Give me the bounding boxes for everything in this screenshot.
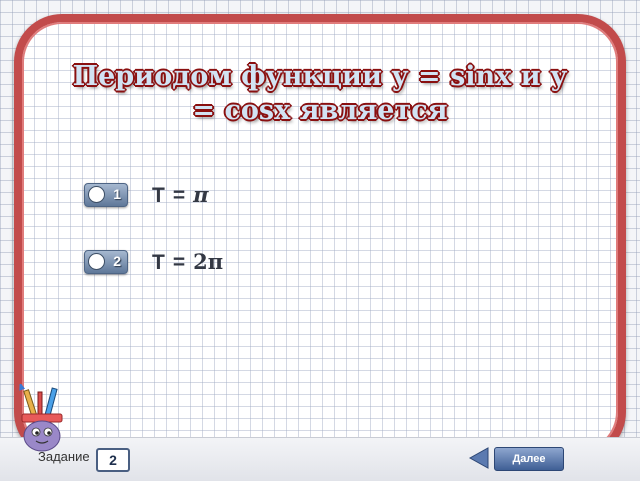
option-2-marker[interactable]: 2 — [84, 250, 128, 274]
option-1-value: π — [193, 182, 209, 207]
task-number: 2 — [96, 448, 130, 472]
pencil-mascot-icon — [19, 384, 63, 452]
next-button[interactable]: Далее — [494, 447, 564, 471]
option-2-value: 2π — [193, 249, 224, 274]
question-title: Периодом функции у = sinx и у = cosx явл… — [72, 61, 568, 126]
option-1-text[interactable]: T = π — [152, 182, 208, 208]
triangle-left-icon[interactable] — [468, 447, 489, 469]
answer-option-1[interactable]: 1 T = π — [84, 180, 208, 210]
back-button[interactable] — [468, 446, 490, 470]
option-2-text[interactable]: T = 2π — [152, 249, 223, 275]
option-1-variable: T — [152, 184, 165, 207]
task-label: Задание — [38, 449, 90, 464]
option-1-equals: = — [172, 184, 186, 207]
option-2-equals: = — [172, 251, 186, 274]
option-2-number: 2 — [113, 253, 121, 269]
radio-icon[interactable] — [88, 253, 105, 270]
option-1-number: 1 — [113, 186, 121, 202]
answer-option-2[interactable]: 2 T = 2π — [84, 247, 223, 277]
option-2-variable: T — [152, 251, 165, 274]
radio-icon[interactable] — [88, 186, 105, 203]
option-1-marker[interactable]: 1 — [84, 183, 128, 207]
